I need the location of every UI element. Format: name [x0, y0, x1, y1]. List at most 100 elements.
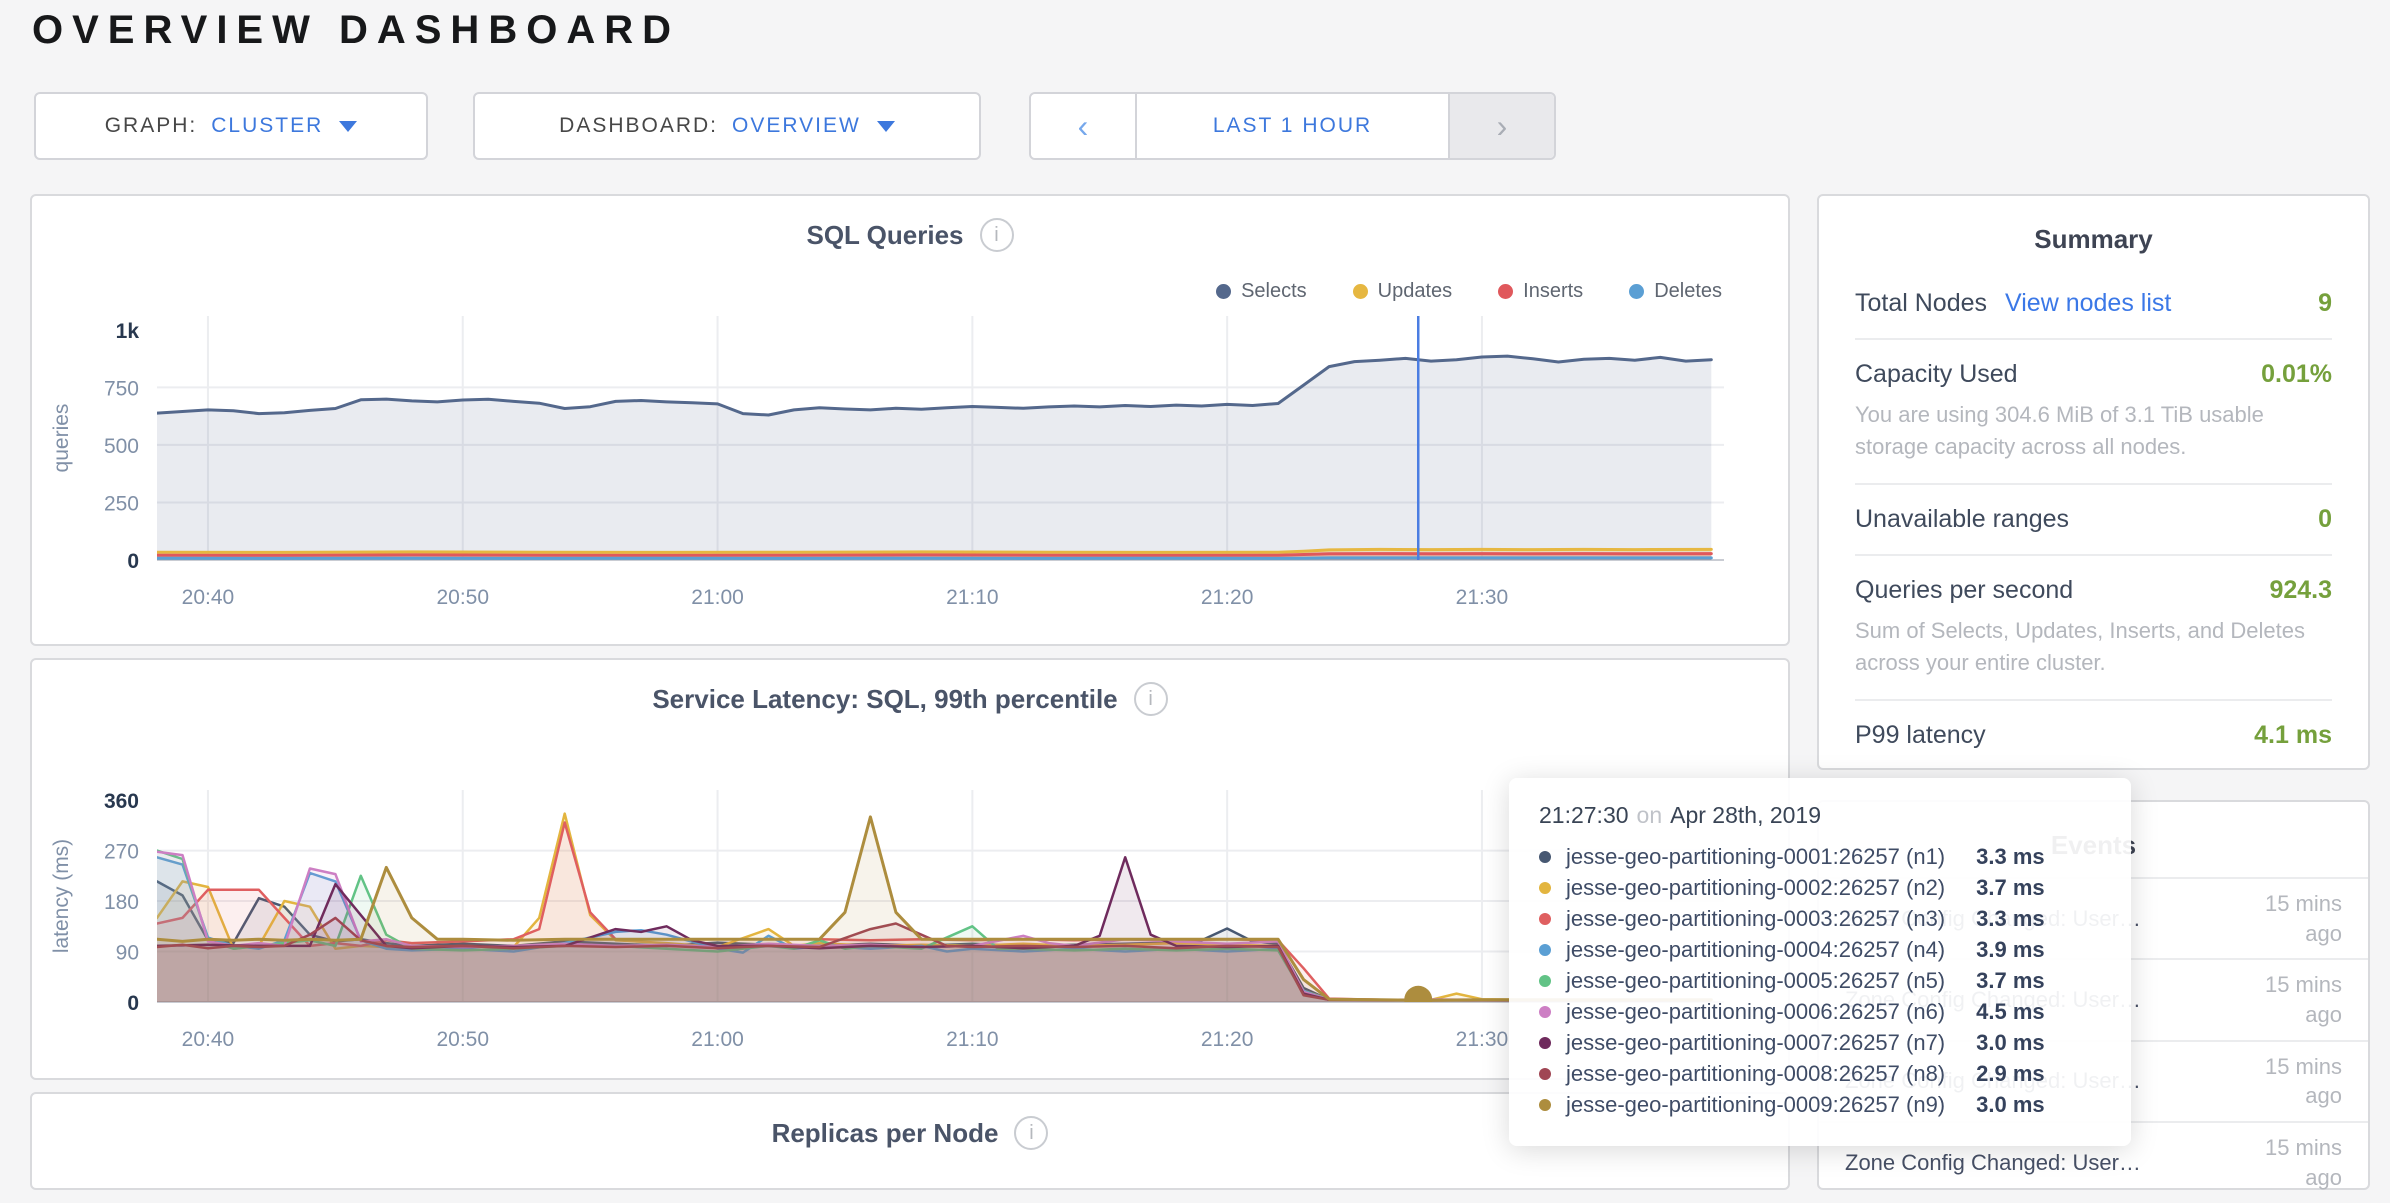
replicas-chart-title: Replicas per Node — [772, 1118, 999, 1149]
summary-label: Unavailable ranges — [1855, 505, 2069, 534]
tooltip-node-name: jesse-geo-partitioning-0002:26257 (n2) — [1566, 875, 1945, 901]
svg-text:21:10: 21:10 — [946, 1028, 999, 1051]
tooltip-node-name: jesse-geo-partitioning-0007:26257 (n7) — [1566, 1030, 1945, 1056]
time-window-selector: ‹ LAST 1 HOUR › — [1029, 92, 1556, 160]
tooltip-date: Apr 28th, 2019 — [1670, 802, 1821, 828]
svg-text:20:50: 20:50 — [436, 1028, 489, 1051]
info-icon[interactable]: i — [1134, 682, 1168, 716]
dashboard-dropdown[interactable]: DASHBOARD: OVERVIEW — [473, 92, 981, 160]
summary-value: 924.3 — [2269, 576, 2332, 605]
dashboard-dropdown-label: DASHBOARD: — [559, 114, 718, 138]
summary-value: 0.01% — [2261, 360, 2332, 389]
svg-text:latency (ms): latency (ms) — [50, 839, 73, 953]
svg-text:21:30: 21:30 — [1456, 1028, 1509, 1051]
tooltip-node-value: 4.5 ms — [1976, 999, 2045, 1025]
summary-value: 9 — [2318, 289, 2332, 318]
tooltip-node-value: 3.3 ms — [1976, 844, 2045, 870]
view-nodes-list-link[interactable]: View nodes list — [2005, 289, 2171, 318]
svg-text:20:40: 20:40 — [182, 1028, 235, 1051]
summary-label: Queries per second — [1855, 576, 2073, 605]
info-icon[interactable]: i — [980, 218, 1014, 252]
summary-row-total-nodes: Total Nodes View nodes list 9 — [1855, 269, 2332, 340]
tooltip-node-name: jesse-geo-partitioning-0005:26257 (n5) — [1566, 968, 1945, 994]
tooltip-row: jesse-geo-partitioning-0003:26257 (n3) 3.… — [1539, 903, 2101, 934]
event-timestamp: 15 mins ago — [2230, 1133, 2342, 1192]
summary-row-unavailable-ranges: Unavailable ranges 0 — [1855, 485, 2332, 556]
tooltip-node-value: 3.7 ms — [1976, 875, 2045, 901]
event-timestamp: 15 mins ago — [2230, 1052, 2342, 1111]
svg-text:20:50: 20:50 — [436, 586, 489, 609]
graph-dropdown-value: CLUSTER — [211, 114, 323, 138]
summary-value: 0 — [2318, 505, 2332, 534]
series-dot-icon — [1539, 882, 1551, 894]
tooltip-node-name: jesse-geo-partitioning-0001:26257 (n1) — [1566, 844, 1945, 870]
tooltip-row: jesse-geo-partitioning-0007:26257 (n7) 3.… — [1539, 1027, 2101, 1058]
sql-queries-chart-title: SQL Queries — [806, 220, 963, 251]
svg-text:360: 360 — [104, 790, 139, 813]
svg-text:21:00: 21:00 — [691, 586, 744, 609]
event-text: Zone Config Changed: User… — [1845, 1150, 2230, 1176]
dashboard-dropdown-value: OVERVIEW — [732, 114, 861, 138]
time-prev-button[interactable]: ‹ — [1031, 94, 1137, 158]
tooltip-node-value: 3.0 ms — [1976, 1030, 2045, 1056]
svg-text:750: 750 — [104, 377, 139, 400]
svg-text:0: 0 — [127, 992, 139, 1015]
tooltip-node-value: 3.3 ms — [1976, 906, 2045, 932]
sql-queries-chart[interactable]: 20:4020:5021:0021:1021:2021:300250500750… — [32, 292, 1788, 632]
tooltip-node-value: 3.7 ms — [1976, 968, 2045, 994]
tooltip-time: 21:27:30 — [1539, 802, 1629, 828]
tooltip-node-value: 2.9 ms — [1976, 1061, 2045, 1087]
series-dot-icon — [1539, 1099, 1551, 1111]
tooltip-node-value: 3.9 ms — [1976, 937, 2045, 963]
summary-row-queries-per-second: Queries per second 924.3 Sum of Selects,… — [1855, 556, 2332, 701]
series-dot-icon — [1539, 1068, 1551, 1080]
time-next-button[interactable]: › — [1448, 94, 1554, 158]
series-dot-icon — [1539, 851, 1551, 863]
tooltip-row: jesse-geo-partitioning-0008:26257 (n8) 2.… — [1539, 1058, 2101, 1089]
chevron-down-icon — [877, 121, 895, 132]
time-window-label[interactable]: LAST 1 HOUR — [1137, 94, 1448, 158]
summary-label: P99 latency — [1855, 721, 1986, 750]
svg-text:20:40: 20:40 — [182, 586, 235, 609]
graph-dropdown-label: GRAPH: — [105, 114, 198, 138]
svg-text:21:10: 21:10 — [946, 586, 999, 609]
summary-panel: Summary Total Nodes View nodes list 9 Ca… — [1817, 194, 2370, 770]
info-icon[interactable]: i — [1014, 1116, 1048, 1150]
tooltip-timestamp: 21:27:30 on Apr 28th, 2019 — [1539, 802, 2101, 829]
svg-text:21:00: 21:00 — [691, 1028, 744, 1051]
svg-text:250: 250 — [104, 492, 139, 515]
event-timestamp: 15 mins ago — [2230, 889, 2342, 948]
tooltip-row: jesse-geo-partitioning-0009:26257 (n9) 3.… — [1539, 1089, 2101, 1120]
summary-value: 4.1 ms — [2254, 721, 2332, 750]
svg-text:270: 270 — [104, 841, 139, 864]
service-latency-chart-title: Service Latency: SQL, 99th percentile — [652, 684, 1117, 715]
tooltip-row: jesse-geo-partitioning-0004:26257 (n4) 3.… — [1539, 934, 2101, 965]
series-dot-icon — [1539, 975, 1551, 987]
svg-text:1k: 1k — [116, 320, 140, 343]
chevron-down-icon — [339, 121, 357, 132]
svg-text:21:20: 21:20 — [1201, 586, 1254, 609]
tooltip-node-name: jesse-geo-partitioning-0004:26257 (n4) — [1566, 937, 1945, 963]
hover-dot — [1404, 986, 1432, 1014]
svg-text:0: 0 — [127, 550, 139, 573]
series-dot-icon — [1539, 1037, 1551, 1049]
summary-title: Summary — [1819, 224, 2368, 255]
chart-hover-tooltip: 21:27:30 on Apr 28th, 2019 jesse-geo-parti… — [1509, 778, 2131, 1146]
summary-description: Sum of Selects, Updates, Inserts, and De… — [1855, 615, 2332, 679]
svg-text:21:20: 21:20 — [1201, 1028, 1254, 1051]
tooltip-row: jesse-geo-partitioning-0006:26257 (n6)4.… — [1539, 996, 2101, 1027]
tooltip-node-name: jesse-geo-partitioning-0009:26257 (n9) — [1566, 1092, 1945, 1118]
tooltip-on: on — [1637, 802, 1663, 828]
summary-label: Capacity Used — [1855, 360, 2018, 389]
sql-queries-panel: SQL Queries i SelectsUpdatesInsertsDelet… — [30, 194, 1790, 646]
graph-dropdown[interactable]: GRAPH: CLUSTER — [34, 92, 428, 160]
series-dot-icon — [1539, 944, 1551, 956]
svg-text:180: 180 — [104, 891, 139, 914]
summary-row-p99-latency: P99 latency 4.1 ms — [1855, 701, 2332, 770]
tooltip-node-value: 3.0 ms — [1976, 1092, 2045, 1118]
summary-label: Total Nodes — [1855, 289, 1987, 318]
tooltip-node-name: jesse-geo-partitioning-0003:26257 (n3) — [1566, 906, 1945, 932]
summary-row-capacity-used: Capacity Used 0.01% You are using 304.6 … — [1855, 340, 2332, 485]
tooltip-row: jesse-geo-partitioning-0001:26257 (n1) 3.… — [1539, 841, 2101, 872]
tooltip-node-name: jesse-geo-partitioning-0008:26257 (n8) — [1566, 1061, 1945, 1087]
